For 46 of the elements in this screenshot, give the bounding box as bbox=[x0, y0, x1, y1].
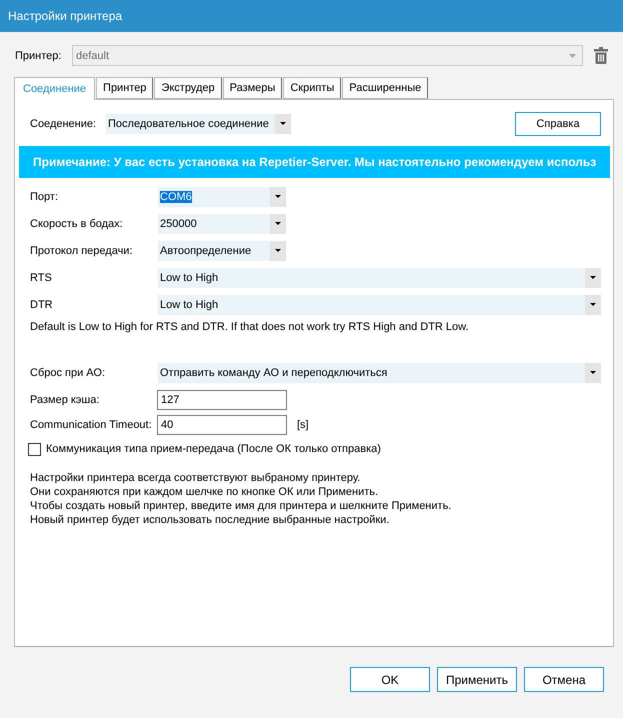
tab[interactable]: Размеры bbox=[222, 77, 282, 99]
field-label: Порт: bbox=[30, 191, 59, 203]
hint-text: Default is Low to High for RTS and DTR. If that does not work try RTS High and DTR Low. bbox=[30, 320, 470, 334]
tab[interactable]: Скрипты bbox=[283, 77, 342, 99]
info-text: Они сохраняются при каждом шелчке по кнопке ОК или Применить. bbox=[30, 485, 380, 499]
setting-select[interactable]: 250000 bbox=[158, 214, 286, 234]
signal-select[interactable]: Low to High bbox=[158, 295, 601, 315]
info-text: Новый принтер будет использовать последние выбранные настройки. bbox=[30, 513, 390, 527]
caret-icon[interactable] bbox=[270, 187, 286, 207]
caret-icon[interactable] bbox=[585, 268, 601, 288]
field-label: Сброс при АО: bbox=[30, 367, 106, 379]
help-button[interactable]: Справка bbox=[515, 112, 601, 136]
signal-select[interactable]: Low to High bbox=[158, 268, 601, 288]
dialog-button[interactable]: OK bbox=[350, 667, 430, 692]
notice-text: Примечание: У вас есть установка на Repetier-Server. Мы настоятельно рекомендуем использ bbox=[33, 155, 596, 169]
field-label: Протокол передачи: bbox=[30, 245, 134, 257]
caret-icon[interactable] bbox=[270, 241, 286, 261]
field-label: RTS bbox=[30, 272, 53, 284]
field-label: Скорость в бодах: bbox=[30, 218, 124, 230]
tab[interactable]: Расширенные bbox=[342, 77, 428, 99]
dialog-button[interactable]: Отмена bbox=[524, 667, 604, 692]
field-label: Размер кэша: bbox=[30, 394, 100, 406]
setting-select[interactable]: COM6 bbox=[158, 187, 286, 207]
field-label: Communication Timeout: bbox=[30, 419, 153, 431]
caret-icon[interactable] bbox=[275, 114, 291, 134]
caret-icon[interactable] bbox=[585, 295, 601, 315]
info-text: Настройки принтера всегда соответствуют выбраному принтеру. bbox=[30, 471, 362, 485]
setting-select[interactable]: Автоопределение bbox=[158, 241, 286, 261]
unit-label: [s] bbox=[297, 419, 309, 431]
checkbox-label[interactable]: Коммуникация типа прием-передача (После ОК только отправка) bbox=[46, 443, 381, 455]
trash-icon[interactable] bbox=[594, 47, 608, 64]
printer-label: Принтер: bbox=[15, 50, 62, 62]
timeout-input[interactable]: 40 bbox=[157, 415, 287, 435]
tab[interactable]: Принтер bbox=[96, 77, 154, 99]
checkbox[interactable] bbox=[28, 442, 41, 456]
connection-select[interactable]: Последовательное соединение bbox=[106, 114, 291, 134]
cache-size-input[interactable]: 127 bbox=[157, 390, 287, 410]
window-title: Настройки принтера bbox=[8, 9, 122, 23]
tab[interactable]: Экструдер bbox=[154, 77, 222, 99]
dialog-button[interactable]: Применить bbox=[437, 667, 517, 692]
field-label: DTR bbox=[30, 299, 54, 311]
connection-label: Соеденение: bbox=[30, 118, 98, 130]
caret-icon[interactable] bbox=[585, 363, 601, 383]
caret-icon[interactable] bbox=[270, 214, 286, 234]
info-text: Чтобы создать новый принтер, введите имя для принтера и шелкните Применить. bbox=[30, 499, 452, 513]
reset-select[interactable]: Отправить команду АО и переподключиться bbox=[158, 363, 601, 383]
